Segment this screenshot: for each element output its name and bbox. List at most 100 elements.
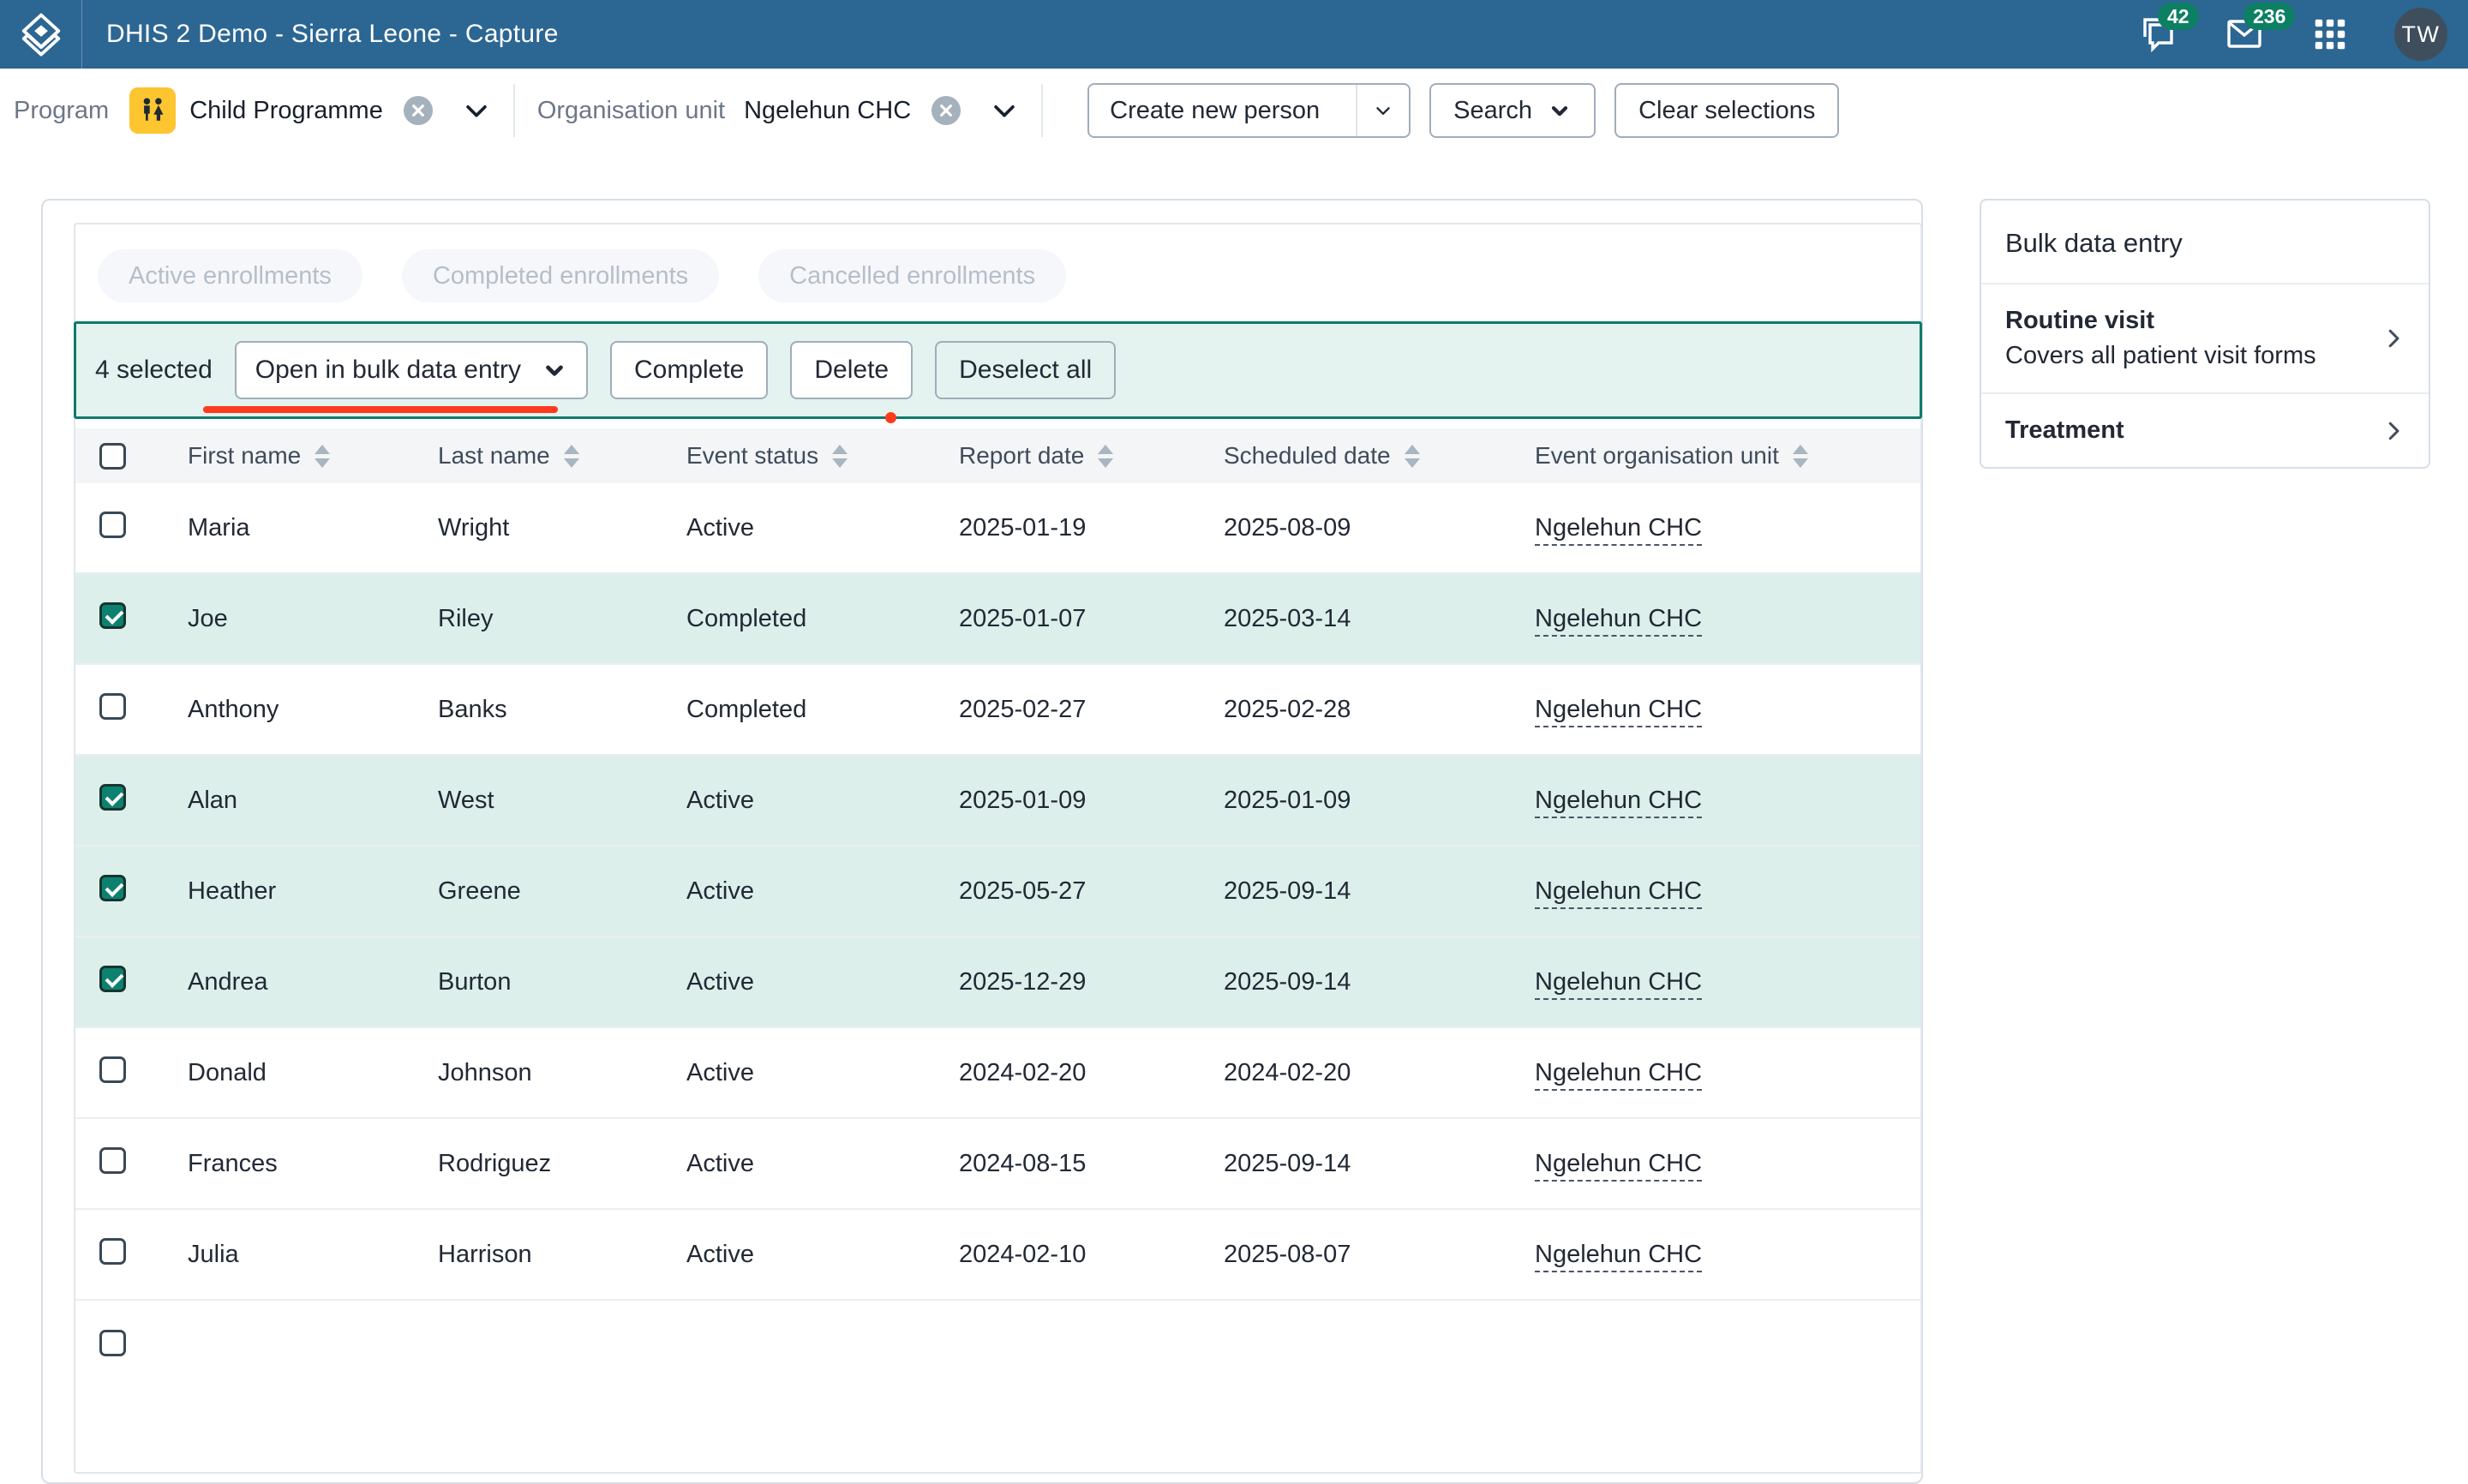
annotation-red-dot	[885, 412, 896, 423]
cell-first-name: Donald	[188, 1059, 438, 1087]
annotation-red-underline	[203, 406, 558, 413]
divider	[1041, 84, 1043, 137]
clear-selections-button[interactable]: Clear selections	[1614, 83, 1839, 138]
program-chevron-down-icon[interactable]	[462, 96, 491, 125]
orgunit-chevron-down-icon[interactable]	[990, 96, 1019, 125]
create-new-person-dropdown-toggle[interactable]	[1356, 85, 1409, 136]
cell-event-status: Active	[686, 787, 959, 815]
row-checkbox[interactable]	[99, 602, 126, 629]
org-unit-link[interactable]: Ngelehun CHC	[1535, 787, 1702, 818]
orgunit-value[interactable]: Ngelehun CHC	[744, 97, 911, 125]
cell-scheduled-date: 2024-02-20	[1224, 1059, 1535, 1087]
cell-report-date: 2025-05-27	[959, 877, 1224, 906]
clear-orgunit-icon[interactable]	[931, 96, 961, 125]
cell-scheduled-date: 2025-01-09	[1224, 787, 1535, 815]
select-all-checkbox[interactable]	[99, 443, 126, 470]
row-checkbox[interactable]	[99, 512, 126, 538]
user-avatar[interactable]: TW	[2394, 8, 2447, 61]
row-checkbox[interactable]	[99, 1147, 126, 1174]
org-unit-link[interactable]: Ngelehun CHC	[1535, 696, 1702, 727]
cell-scheduled-date: 2025-08-07	[1224, 1241, 1535, 1269]
cell-event-status: Active	[686, 1059, 959, 1087]
clear-program-icon[interactable]	[404, 96, 433, 125]
tab-active-enrollments[interactable]: Active enrollments	[98, 249, 362, 302]
deselect-all-button[interactable]: Deselect all	[935, 341, 1116, 399]
divider	[513, 84, 515, 137]
dhis2-logo[interactable]	[0, 0, 82, 69]
org-unit-link[interactable]: Ngelehun CHC	[1535, 605, 1702, 637]
org-unit-link[interactable]: Ngelehun CHC	[1535, 1150, 1702, 1182]
panel-item-treatment[interactable]: Treatment	[1981, 392, 2429, 467]
messages-badge: 236	[2243, 3, 2295, 30]
cell-org-unit: Ngelehun CHC	[1535, 696, 1920, 724]
row-checkbox[interactable]	[99, 966, 126, 992]
org-unit-link[interactable]: Ngelehun CHC	[1535, 968, 1702, 1000]
column-header-org-unit[interactable]: Event organisation unit	[1535, 442, 1920, 470]
complete-button[interactable]: Complete	[610, 341, 768, 399]
messages-button[interactable]: 236	[2223, 14, 2266, 55]
delete-button[interactable]: Delete	[790, 341, 913, 399]
sort-icon[interactable]	[1793, 445, 1808, 468]
cell-event-status: Active	[686, 877, 959, 906]
enrollment-list-widget: Active enrollments Completed enrollments…	[74, 223, 1922, 1474]
header-actions: 42 236 TW	[2137, 8, 2468, 61]
cell-last-name: Harrison	[438, 1241, 686, 1269]
sort-icon[interactable]	[1405, 445, 1420, 468]
panel-item-title: Treatment	[2005, 416, 2381, 445]
cell-report-date: 2025-01-09	[959, 787, 1224, 815]
column-header-event-status[interactable]: Event status	[686, 442, 959, 470]
panel-item-routine-visit[interactable]: Routine visit Covers all patient visit f…	[1981, 283, 2429, 392]
cell-first-name: Andrea	[188, 968, 438, 996]
sort-icon[interactable]	[564, 445, 579, 468]
row-checkbox[interactable]	[99, 1238, 126, 1265]
column-header-report-date[interactable]: Report date	[959, 442, 1224, 470]
create-new-person-button[interactable]: Create new person	[1089, 85, 1340, 136]
row-checkbox[interactable]	[99, 1056, 126, 1083]
cell-first-name: Joe	[188, 605, 438, 633]
tab-completed-enrollments[interactable]: Completed enrollments	[402, 249, 719, 302]
row-checkbox[interactable]	[99, 1330, 126, 1356]
cell-event-status: Active	[686, 1241, 959, 1269]
cell-event-status: Active	[686, 1150, 959, 1178]
enrollment-tabs: Active enrollments Completed enrollments…	[75, 224, 1920, 302]
table-row: AlanWestActive2025-01-092025-01-09Ngeleh…	[75, 756, 1920, 847]
sort-icon[interactable]	[832, 445, 848, 468]
cell-event-status: Active	[686, 968, 959, 996]
cell-report-date: 2024-02-10	[959, 1241, 1224, 1269]
program-value[interactable]: Child Programme	[189, 97, 383, 125]
org-unit-link[interactable]: Ngelehun CHC	[1535, 1241, 1702, 1272]
apps-menu-button[interactable]	[2310, 15, 2350, 54]
table-header-row: First name Last name Event status Report…	[75, 428, 1920, 483]
column-header-scheduled-date[interactable]: Scheduled date	[1224, 442, 1535, 470]
org-unit-link[interactable]: Ngelehun CHC	[1535, 514, 1702, 546]
row-checkbox[interactable]	[99, 875, 126, 901]
org-unit-link[interactable]: Ngelehun CHC	[1535, 1059, 1702, 1091]
org-unit-link[interactable]: Ngelehun CHC	[1535, 877, 1702, 909]
cell-last-name: Banks	[438, 696, 686, 724]
row-checkbox[interactable]	[99, 693, 126, 720]
table-row: AndreaBurtonActive2025-12-292025-09-14Ng…	[75, 937, 1920, 1028]
cell-scheduled-date: 2025-09-14	[1224, 877, 1535, 906]
apps-grid-icon	[2310, 15, 2350, 54]
interpretations-button[interactable]: 42	[2137, 14, 2178, 55]
cell-last-name: Rodriguez	[438, 1150, 686, 1178]
cell-last-name: Riley	[438, 605, 686, 633]
cell-report-date: 2025-01-19	[959, 514, 1224, 542]
app-title: DHIS 2 Demo - Sierra Leone - Capture	[106, 20, 559, 49]
column-header-first-name[interactable]: First name	[188, 442, 438, 470]
tab-cancelled-enrollments[interactable]: Cancelled enrollments	[758, 249, 1066, 302]
sort-icon[interactable]	[314, 445, 330, 468]
cell-event-status: Active	[686, 514, 959, 542]
cell-org-unit: Ngelehun CHC	[1535, 877, 1920, 906]
cell-event-status: Completed	[686, 696, 959, 724]
table-row: AnthonyBanksCompleted2025-02-272025-02-2…	[75, 665, 1920, 756]
table-row-partial	[75, 1301, 1920, 1391]
search-button[interactable]: Search	[1429, 83, 1596, 138]
cell-report-date: 2024-08-15	[959, 1150, 1224, 1178]
row-checkbox[interactable]	[99, 784, 126, 811]
bulk-data-entry-panel: Bulk data entry Routine visit Covers all…	[1980, 199, 2430, 469]
sort-icon[interactable]	[1098, 445, 1113, 468]
column-header-last-name[interactable]: Last name	[438, 442, 686, 470]
bulk-data-entry-dropdown[interactable]: Open in bulk data entry	[235, 341, 588, 399]
capture-app: { "header": { "title": "DHIS 2 Demo - Si…	[0, 0, 2468, 1335]
